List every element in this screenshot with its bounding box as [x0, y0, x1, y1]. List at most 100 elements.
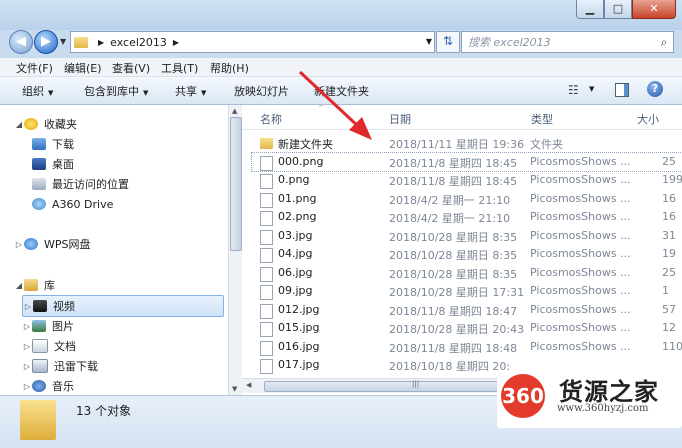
file-name[interactable]: 01.png — [278, 192, 316, 205]
breadcrumb-separator-icon[interactable]: ▶ — [173, 38, 179, 47]
collapse-icon[interactable]: ◢ — [14, 281, 24, 290]
table-row[interactable]: 09.jpg 2018/10/28 星期日 17:31 PicosmosShows … — [252, 282, 682, 300]
column-date[interactable]: 日期 — [389, 111, 411, 127]
table-row[interactable]: 0.png 2018/11/8 星期四 18:45 PicosmosShows ..… — [252, 171, 682, 189]
menu-edit[interactable]: 编辑(E) — [64, 60, 102, 76]
expand-icon[interactable]: ▷ — [23, 302, 33, 311]
sidebar-item-wps[interactable]: ▷ WPS网盘 — [14, 234, 91, 254]
file-name[interactable]: 0.png — [278, 173, 309, 186]
share-label: 共享 — [175, 85, 197, 98]
sidebar-item-downloads[interactable]: 下载 — [32, 134, 74, 154]
column-size[interactable]: 大小 — [637, 111, 659, 127]
sidebar-label: 迅雷下载 — [54, 360, 98, 373]
column-name[interactable]: 名称 — [260, 111, 282, 127]
sidebar-item-pictures[interactable]: ▷ 图片 — [22, 316, 74, 336]
table-row[interactable]: 06.jpg 2018/10/28 星期日 8:35 PicosmosShows .… — [252, 264, 682, 282]
table-row[interactable]: 000.png 2018/11/8 星期四 18:45 PicosmosShows … — [251, 151, 682, 172]
include-library-button[interactable]: 包含到库中 ▼ — [84, 83, 148, 99]
file-date: 2018/11/11 星期日 19:36 — [389, 138, 525, 151]
file-name[interactable]: 000.png — [278, 155, 323, 168]
address-bar[interactable]: ▶ excel2013 ▶ — [70, 31, 426, 53]
file-name[interactable]: 012.jpg — [278, 303, 320, 316]
sidebar-item-recent[interactable]: 最近访问的位置 — [32, 174, 129, 194]
search-box[interactable]: 搜索 excel2013 ⌕ — [461, 31, 674, 53]
search-icon[interactable]: ⌕ — [655, 35, 673, 50]
sidebar-item-desktop[interactable]: 桌面 — [32, 154, 74, 174]
a360-cloud-icon — [32, 198, 46, 210]
file-size: 16 — [662, 210, 676, 223]
change-view-icon[interactable]: ☷ — [568, 83, 579, 97]
file-name[interactable]: 017.jpg — [278, 358, 320, 371]
maximize-button[interactable]: □ — [604, 0, 632, 19]
scroll-left-icon[interactable]: ◀ — [246, 381, 251, 389]
file-name[interactable]: 04.jpg — [278, 247, 313, 260]
organize-button[interactable]: 组织 ▼ — [22, 83, 53, 99]
file-name[interactable]: 016.jpg — [278, 340, 320, 353]
column-header: 名称 ^ 日期 类型 大小 — [242, 105, 682, 130]
file-name[interactable]: 06.jpg — [278, 266, 313, 279]
menu-help[interactable]: 帮助(H) — [210, 60, 249, 76]
scrollbar-thumb[interactable] — [230, 117, 242, 251]
table-row[interactable]: 015.jpg 2018/10/28 星期日 20:43 PicosmosShows… — [252, 319, 682, 337]
table-row[interactable]: 012.jpg 2018/11/8 星期四 18:47 PicosmosShows … — [252, 301, 682, 319]
sidebar-item-xunlei[interactable]: ▷ 迅雷下载 — [22, 356, 98, 376]
expand-icon[interactable]: ▷ — [22, 322, 32, 331]
table-row[interactable]: 03.jpg 2018/10/28 星期日 8:35 PicosmosShows .… — [252, 227, 682, 245]
file-size: 199 — [662, 173, 682, 186]
file-type: PicosmosShows ... — [530, 154, 631, 168]
breadcrumb-excel2013[interactable]: excel2013 — [110, 36, 167, 49]
file-name[interactable]: 09.jpg — [278, 284, 313, 297]
table-row[interactable]: 新建文件夹 2018/11/11 星期日 19:36 文件夹 — [252, 134, 682, 152]
refresh-button[interactable]: ⇅ — [436, 31, 460, 53]
sidebar-item-a360[interactable]: A360 Drive — [32, 194, 113, 214]
file-name[interactable]: 015.jpg — [278, 321, 320, 334]
file-name[interactable]: 02.png — [278, 210, 316, 223]
file-type: PicosmosShows ... — [530, 302, 631, 316]
scroll-up-icon[interactable]: ▲ — [232, 107, 237, 115]
expand-icon[interactable]: ▷ — [22, 362, 32, 371]
file-size: 31 — [662, 228, 676, 242]
share-button[interactable]: 共享 ▼ — [175, 83, 206, 99]
sidebar-item-documents[interactable]: ▷ 文档 — [22, 336, 76, 356]
file-size: 1 — [662, 284, 669, 297]
menu-view[interactable]: 查看(V) — [112, 60, 150, 76]
column-type[interactable]: 类型 — [531, 111, 553, 127]
sidebar-item-videos[interactable]: ▷ 视频 — [22, 295, 224, 317]
file-name[interactable]: 03.jpg — [278, 229, 313, 242]
navigation-pane-scrollbar[interactable]: ▲ ▼ — [228, 105, 242, 395]
file-name[interactable]: 新建文件夹 — [278, 136, 333, 152]
forward-button[interactable]: ▶ — [34, 30, 58, 54]
expand-icon[interactable]: ▷ — [22, 342, 32, 351]
menu-tools[interactable]: 工具(T) — [161, 60, 198, 76]
new-folder-button[interactable]: 新建文件夹 — [314, 83, 369, 99]
help-icon[interactable]: ? — [647, 81, 663, 97]
sidebar-label: 收藏夹 — [44, 118, 77, 131]
sidebar-item-music[interactable]: ▷ 音乐 — [22, 376, 74, 396]
scroll-down-icon[interactable]: ▼ — [232, 385, 237, 393]
view-dropdown-icon[interactable]: ▼ — [589, 85, 594, 93]
preview-pane-icon[interactable] — [615, 83, 629, 97]
menu-file[interactable]: 文件(F) — [16, 60, 53, 76]
expand-icon[interactable]: ▷ — [22, 382, 32, 391]
expand-icon[interactable]: ▷ — [14, 240, 24, 249]
address-dropdown-icon[interactable]: ▼ — [424, 31, 435, 53]
sidebar-item-favorites[interactable]: ◢ 收藏夹 — [14, 114, 77, 134]
sidebar-label: 下载 — [52, 138, 74, 151]
file-icon — [260, 229, 273, 245]
slideshow-button[interactable]: 放映幻灯片 — [234, 83, 289, 99]
breadcrumb-separator-icon[interactable]: ▶ — [98, 38, 104, 47]
collapse-icon[interactable]: ◢ — [14, 120, 24, 129]
recent-pages-dropdown-icon[interactable]: ▼ — [60, 37, 66, 46]
table-row[interactable]: 016.jpg 2018/11/8 星期四 18:48 PicosmosShows … — [252, 338, 682, 356]
table-row[interactable]: 01.png 2018/4/2 星期一 21:10 PicosmosShows ..… — [252, 190, 682, 208]
sidebar-item-libraries[interactable]: ◢ 库 — [14, 275, 55, 295]
minimize-button[interactable]: ▁ — [576, 0, 604, 19]
search-input[interactable]: 搜索 excel2013 — [462, 34, 655, 50]
table-row[interactable]: 02.png 2018/4/2 星期一 21:10 PicosmosShows ..… — [252, 208, 682, 226]
close-button[interactable]: ✕ — [632, 0, 676, 19]
include-library-label: 包含到库中 — [84, 85, 139, 98]
file-icon — [260, 211, 273, 226]
back-button[interactable]: ◀ — [9, 30, 33, 54]
table-row[interactable]: 04.jpg 2018/10/28 星期日 8:35 PicosmosShows .… — [252, 245, 682, 263]
file-icon — [260, 340, 273, 356]
